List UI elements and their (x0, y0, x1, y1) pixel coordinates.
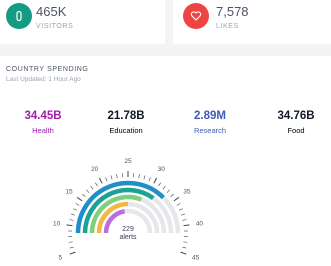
gauge-tick (106, 177, 107, 181)
gauge-tick (174, 197, 179, 200)
gauge-tick (144, 175, 145, 179)
gauge-tick (70, 220, 74, 221)
metric-research: 2.89M Research (170, 110, 250, 135)
gauge-tick (183, 242, 187, 243)
gauge-tick (70, 252, 76, 254)
gauge-tick-label: 10 (53, 221, 61, 228)
gauge-tick (73, 209, 77, 211)
toggle-icon (6, 3, 32, 29)
gauge-tick (149, 177, 150, 181)
metric-label: Education (86, 126, 166, 135)
gauge-tick (86, 190, 89, 193)
metric-food: 34.76B Food (256, 110, 331, 135)
gauge-tick (111, 175, 112, 179)
visitors-label: VISITORS (36, 23, 73, 30)
likes-value: 7,578 (216, 4, 249, 19)
likes-card: 7,578 LIKES (173, 0, 331, 44)
gauge-tick-label: 25 (124, 158, 132, 165)
metric-label: Food (256, 126, 331, 135)
gauge-tick (171, 194, 174, 197)
gauge-tick (139, 174, 140, 178)
gauge-tick (181, 252, 187, 254)
gauge-tick (77, 197, 82, 200)
gauge-tick (117, 174, 118, 178)
metric-health: 34.45B Health (3, 110, 83, 135)
gauge-tick (163, 186, 165, 189)
visitors-value: 465K (36, 4, 66, 19)
gauge-tick (181, 214, 185, 215)
gauge-tick (154, 178, 157, 183)
metric-value: 34.45B (3, 110, 83, 122)
metric-value: 2.89M (170, 110, 250, 122)
gauge-center-label: alerts (119, 234, 137, 241)
metric-value: 21.78B (86, 110, 166, 122)
gauge-tick (179, 209, 183, 211)
gauge-tick (182, 247, 186, 248)
visitors-card: 465K VISITORS (0, 0, 165, 44)
gauge-tick-label: 30 (158, 166, 166, 173)
metric-education: 21.78B Education (86, 110, 166, 135)
gauge-tick (177, 203, 180, 205)
gauge-tick (76, 203, 79, 205)
gauge-tick (158, 183, 160, 186)
gauge-tick-label: 15 (65, 189, 73, 196)
gauge-tick-label: 45 (192, 255, 200, 262)
metric-label: Research (170, 126, 250, 135)
gauge-tick (99, 178, 102, 183)
gauge-center-value: 229 (122, 226, 134, 233)
card-title: COUNTRY SPENDING (6, 66, 88, 73)
gauge-tick (167, 190, 170, 193)
metric-label: Health (3, 126, 83, 135)
alerts-gauge: 5 10 15 20 25 30 35 40 45 229 alerts (40, 151, 220, 266)
metric-value: 34.76B (256, 110, 331, 122)
gauge-tick (82, 194, 85, 197)
gauge-tick-label: 20 (91, 166, 99, 173)
gauge-tick (71, 214, 75, 215)
gauge-tick (69, 242, 73, 243)
gauge-tick (70, 247, 74, 248)
last-updated: Last Updated: 1 Hour Ago (6, 76, 81, 83)
gauge-tick (91, 186, 93, 189)
gauge-tick (183, 220, 187, 221)
gauge-tick-label: 35 (183, 189, 191, 196)
country-spending-card: COUNTRY SPENDING Last Updated: 1 Hour Ag… (0, 56, 331, 266)
gauge-tick (67, 225, 73, 226)
heart-icon (183, 3, 209, 29)
gauge-tick-label: 40 (196, 221, 204, 228)
gauge-tick (95, 183, 97, 186)
gauge-tick-label: 5 (59, 255, 63, 262)
likes-label: LIKES (216, 23, 239, 30)
gauge-tick (184, 225, 190, 226)
